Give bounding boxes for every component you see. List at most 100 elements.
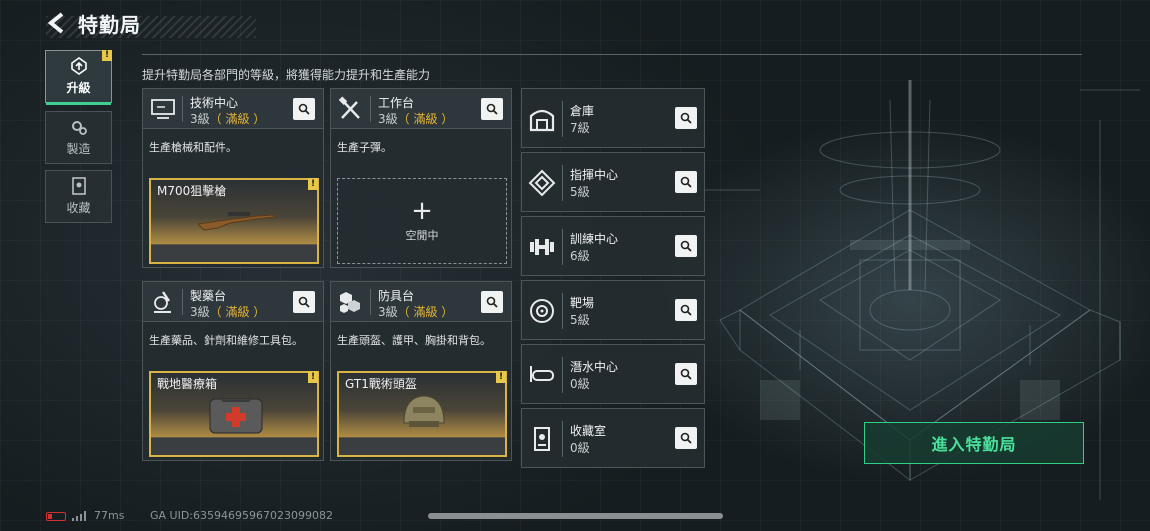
tab-craft[interactable]: 製造 (45, 111, 112, 164)
header-divider (142, 54, 1082, 55)
back-arrow-icon[interactable] (46, 11, 68, 35)
facility-name: 指揮中心 (570, 168, 619, 182)
facility-name: 訓練中心 (570, 232, 619, 246)
item-name: 戰地醫療箱 (157, 377, 218, 391)
inspect-button[interactable] (675, 171, 697, 193)
empty-production-slot[interactable]: + 空閒中 (337, 178, 507, 264)
facility-name: 倉庫 (570, 104, 595, 118)
card-tech-center[interactable]: 技術中心 3級（ 滿級 ） 生產槍械和配件。 M700狙擊槍 ! (142, 88, 324, 268)
microscope-icon (154, 291, 171, 313)
card-title: 防具台 (378, 289, 415, 303)
card-header: 防具台 3級（ 滿級 ） (331, 282, 511, 322)
level-value: 3級 (190, 112, 210, 126)
maxed-label: （ 滿級 ） (397, 112, 454, 126)
ping-value: 77ms (94, 509, 125, 522)
facility-collection-room[interactable]: 收藏室 0級 (521, 408, 705, 468)
tab-craft-label: 製造 (66, 142, 91, 156)
signal-icon (72, 511, 86, 521)
home-indicator[interactable] (428, 513, 723, 519)
item-name: GT1戰術頭盔 (345, 377, 417, 391)
inspect-button[interactable] (481, 98, 503, 120)
card-header: 製藥台 3級（ 滿級 ） (143, 282, 323, 322)
facility-shooting-range[interactable]: 靶場 5級 (521, 280, 705, 340)
sniper-rifle-icon (196, 212, 275, 231)
inspect-button[interactable] (675, 299, 697, 321)
card-divider (562, 421, 563, 457)
maxed-label: （ 滿級 ） (209, 112, 266, 126)
collection-icon (71, 177, 86, 195)
search-icon (680, 368, 692, 380)
facility-diving-center[interactable]: 潛水中心 0級 (521, 344, 705, 404)
warehouse-icon (529, 109, 555, 132)
inspect-button[interactable] (293, 98, 315, 120)
inspect-button[interactable] (293, 291, 315, 313)
collection-icon (534, 427, 550, 451)
upgrade-icon (70, 57, 87, 75)
item-name: M700狙擊槍 (157, 184, 227, 198)
card-level: 3級（ 滿級 ） (190, 303, 265, 320)
production-slot[interactable]: M700狙擊槍 ! (149, 178, 319, 264)
inspect-button[interactable] (481, 291, 503, 313)
facility-level: 0級 (570, 377, 590, 391)
card-description: 生產頭盔、護甲、胸掛和背包。 (337, 334, 491, 347)
search-icon (680, 240, 692, 252)
card-divider (562, 165, 563, 201)
search-icon (680, 304, 692, 316)
inspect-button[interactable] (675, 363, 697, 385)
command-icon (528, 169, 556, 197)
facility-command-center[interactable]: 指揮中心 5級 (521, 152, 705, 212)
dumbbell-icon (530, 239, 554, 255)
card-title: 技術中心 (190, 96, 239, 110)
card-description: 生產子彈。 (337, 141, 392, 154)
tab-collection-label: 收藏 (66, 201, 91, 215)
card-header: 技術中心 3級（ 滿級 ） (143, 89, 323, 129)
gears-icon (71, 121, 87, 135)
target-icon (530, 299, 554, 323)
card-description: 生產藥品、針劑和維修工具包。 (149, 334, 303, 347)
tactical-helmet-icon (403, 395, 445, 427)
card-level: 3級（ 滿級 ） (378, 110, 453, 127)
user-uid: GA UID:635946959670230​99082 (150, 509, 333, 522)
search-icon (486, 296, 498, 308)
search-icon (680, 112, 692, 124)
search-icon (486, 103, 498, 115)
production-slot[interactable]: GT1戰術頭盔 ! (337, 371, 507, 457)
idle-label: 空閒中 (405, 229, 439, 242)
facility-level: 7級 (570, 121, 590, 135)
card-workbench[interactable]: 工作台 3級（ 滿級 ） 生產子彈。 + 空閒中 (330, 88, 512, 268)
facility-level: 0級 (570, 441, 590, 455)
enter-base-button[interactable]: 進入特勤局 (864, 422, 1084, 464)
facility-training-center[interactable]: 訓練中心 6級 (521, 216, 705, 276)
card-divider (562, 101, 563, 137)
battery-icon (46, 512, 66, 521)
search-icon (298, 103, 310, 115)
card-description: 生產槍械和配件。 (149, 141, 237, 154)
notification-badge: ! (308, 371, 318, 383)
facility-name: 收藏室 (570, 424, 607, 438)
inspect-button[interactable] (675, 107, 697, 129)
card-pharmacy[interactable]: 製藥台 3級（ 滿級 ） 生產藥品、針劑和維修工具包。 戰地醫療箱 ! (142, 281, 324, 461)
tab-upgrade[interactable]: 升級 ! (45, 50, 112, 105)
card-armor-bench[interactable]: 防具台 3級（ 滿級 ） 生產頭盔、護甲、胸掛和背包。 GT1戰術頭盔 ! (330, 281, 512, 461)
inspect-button[interactable] (675, 235, 697, 257)
inspect-button[interactable] (675, 427, 697, 449)
notification-badge: ! (102, 50, 112, 61)
search-icon (680, 432, 692, 444)
facility-level: 6級 (570, 249, 590, 263)
tab-collection[interactable]: 收藏 (45, 170, 112, 223)
production-slot[interactable]: 戰地醫療箱 ! (149, 371, 319, 457)
card-divider (370, 289, 371, 315)
add-icon: + (411, 196, 433, 226)
search-icon (680, 176, 692, 188)
card-divider (182, 96, 183, 122)
card-level: 3級（ 滿級 ） (190, 110, 265, 127)
level-value: 3級 (378, 305, 398, 319)
facility-name: 靶場 (570, 296, 595, 310)
facility-warehouse[interactable]: 倉庫 7級 (521, 88, 705, 148)
medical-kit-icon (209, 392, 263, 434)
card-title: 工作台 (378, 96, 415, 110)
maxed-label: （ 滿級 ） (397, 305, 454, 319)
card-title: 製藥台 (190, 289, 227, 303)
facility-level: 5級 (570, 313, 590, 327)
facility-name: 潛水中心 (570, 360, 619, 374)
